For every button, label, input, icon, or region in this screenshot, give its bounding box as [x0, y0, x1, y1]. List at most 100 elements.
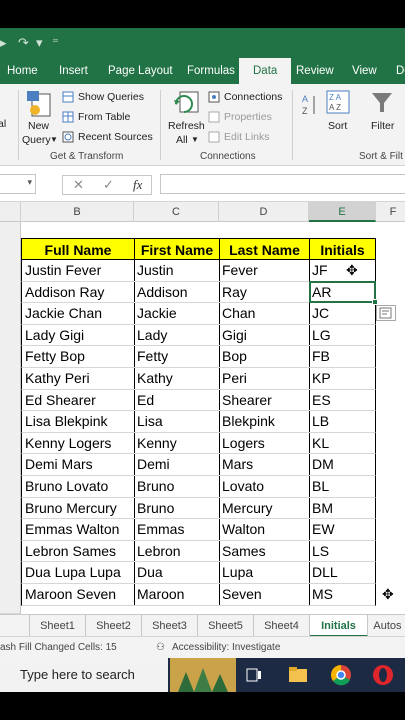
cell-full-name[interactable]: Lebron Sames — [21, 540, 135, 563]
taskbar-search-placeholder[interactable]: Type here to search — [20, 667, 135, 682]
accessibility-status[interactable]: Accessibility: Investigate — [172, 642, 280, 653]
cell-initials[interactable]: JF — [309, 260, 376, 282]
column-header-b[interactable]: B — [21, 202, 134, 222]
cell-last-name[interactable]: Lupa — [219, 562, 310, 584]
cell-full-name[interactable]: Emmas Walton — [21, 519, 135, 541]
cell-initials[interactable]: MS — [309, 584, 376, 606]
chevron-down-icon[interactable]: ▼ — [191, 135, 199, 144]
cell-first-name[interactable]: Justin — [134, 260, 220, 282]
cell-full-name[interactable]: Justin Fever — [21, 260, 135, 282]
cell-last-name[interactable]: Seven — [219, 584, 310, 606]
customize-icon[interactable]: ⁼ — [52, 35, 59, 51]
from-table-button[interactable]: From Table — [78, 111, 130, 123]
cell-initials[interactable]: KP — [309, 368, 376, 390]
sheet-tab-5[interactable]: Sheet5 — [198, 615, 254, 637]
cell-last-name[interactable]: Bop — [219, 346, 310, 368]
accessibility-icon[interactable]: ⚇ — [156, 642, 165, 653]
file-explorer-icon[interactable] — [288, 665, 308, 685]
header-full-name[interactable]: Full Name — [21, 238, 135, 260]
edit-links-button[interactable]: Edit Links — [224, 131, 270, 143]
insert-function-icon[interactable]: fx — [133, 177, 142, 193]
name-box[interactable]: ▾ — [0, 174, 36, 194]
selected-cell[interactable] — [309, 281, 376, 303]
header-initials[interactable]: Initials — [309, 238, 376, 260]
formula-input[interactable] — [160, 174, 405, 194]
sheet-tab-1[interactable]: Sheet1 — [30, 615, 86, 637]
sheet-tab-autos[interactable]: Autos — [368, 615, 405, 637]
cell-initials[interactable]: DM — [309, 454, 376, 476]
cell-last-name[interactable]: Shearer — [219, 389, 310, 412]
cell-first-name[interactable]: Lisa — [134, 411, 220, 433]
task-view-icon[interactable] — [246, 667, 262, 683]
sort-button[interactable]: Sort — [328, 120, 347, 132]
cell-last-name[interactable]: Sames — [219, 540, 310, 563]
cell-full-name[interactable]: Kenny Logers — [21, 432, 135, 455]
flash-fill-options-button[interactable] — [376, 305, 396, 321]
tab-review[interactable]: Review — [294, 58, 336, 84]
cell-initials[interactable]: ES — [309, 389, 376, 412]
header-last-name[interactable]: Last Name — [219, 238, 310, 260]
redo-dropdown-icon[interactable]: ▾ — [36, 35, 43, 51]
cell-full-name[interactable]: Bruno Mercury — [21, 497, 135, 520]
cell-initials[interactable]: LS — [309, 540, 376, 563]
tab-view[interactable]: View — [350, 58, 379, 84]
cell-initials[interactable]: FB — [309, 346, 376, 368]
tab-page-layout[interactable]: Page Layout — [106, 58, 175, 84]
opera-icon[interactable] — [372, 664, 394, 686]
cell-initials[interactable]: LG — [309, 324, 376, 347]
cell-initials[interactable]: EW — [309, 519, 376, 541]
cancel-icon[interactable]: ✕ — [73, 177, 84, 193]
sheet-tab-4[interactable]: Sheet4 — [254, 615, 310, 637]
refresh-all-label-2[interactable]: All — [176, 134, 188, 146]
sheet-tab-3[interactable]: Sheet3 — [142, 615, 198, 637]
cell-last-name[interactable]: Gigi — [219, 324, 310, 347]
column-header-c[interactable]: C — [134, 202, 219, 222]
chevron-down-icon[interactable]: ▼ — [50, 135, 58, 144]
cell-initials[interactable]: BM — [309, 497, 376, 520]
tab-data[interactable]: Data — [239, 58, 292, 84]
refresh-all-label[interactable]: Refresh — [168, 120, 205, 132]
taskbar-search[interactable]: Type here to search — [0, 658, 168, 692]
properties-button[interactable]: Properties — [224, 111, 272, 123]
cell-last-name[interactable]: Mercury — [219, 497, 310, 520]
select-all-corner[interactable] — [0, 202, 21, 222]
sort-az-icon[interactable]: A Z — [302, 92, 318, 120]
cell-full-name[interactable]: Demi Mars — [21, 454, 135, 476]
show-queries-button[interactable]: Show Queries — [78, 91, 144, 103]
cell-last-name[interactable]: Fever — [219, 260, 310, 282]
cell-first-name[interactable]: Kathy — [134, 368, 220, 390]
cell-initials[interactable]: DLL — [309, 562, 376, 584]
cell-first-name[interactable]: Fetty — [134, 346, 220, 368]
header-first-name[interactable]: First Name — [134, 238, 220, 260]
cell-first-name[interactable]: Ed — [134, 389, 220, 412]
tab-insert[interactable]: Insert — [57, 58, 90, 84]
chrome-icon[interactable] — [330, 664, 352, 686]
cell-last-name[interactable]: Ray — [219, 281, 310, 304]
cell-full-name[interactable]: Jackie Chan — [21, 303, 135, 325]
tab-formulas[interactable]: Formulas — [185, 58, 237, 84]
cell-full-name[interactable]: Bruno Lovato — [21, 476, 135, 498]
cell-first-name[interactable]: Bruno — [134, 497, 220, 520]
cell-first-name[interactable]: Kenny — [134, 432, 220, 455]
chevron-down-icon[interactable]: ▾ — [27, 177, 32, 188]
cell-full-name[interactable]: Lisa Blekpink — [21, 411, 135, 433]
cell-last-name[interactable]: Chan — [219, 303, 310, 325]
filter-button[interactable]: Filter — [371, 120, 394, 132]
cell-full-name[interactable]: Dua Lupa Lupa — [21, 562, 135, 584]
tab-developer[interactable]: De — [394, 58, 405, 84]
cell-first-name[interactable]: Dua — [134, 562, 220, 584]
column-header-d[interactable]: D — [219, 202, 309, 222]
sheet-tab-initials[interactable]: Initials — [310, 615, 368, 637]
cell-full-name[interactable]: Maroon Seven — [21, 584, 135, 606]
cell-first-name[interactable]: Bruno — [134, 476, 220, 498]
cell-first-name[interactable]: Lebron — [134, 540, 220, 563]
undo-icon[interactable]: ▸ — [0, 35, 7, 51]
cell-first-name[interactable]: Maroon — [134, 584, 220, 606]
enter-icon[interactable]: ✓ — [103, 177, 114, 193]
cell-last-name[interactable]: Lovato — [219, 476, 310, 498]
cell-last-name[interactable]: Logers — [219, 432, 310, 455]
cell-first-name[interactable]: Emmas — [134, 519, 220, 541]
column-header-f[interactable]: F — [376, 202, 405, 222]
cell-initials[interactable]: JC — [309, 303, 376, 325]
cell-first-name[interactable]: Addison — [134, 281, 220, 304]
